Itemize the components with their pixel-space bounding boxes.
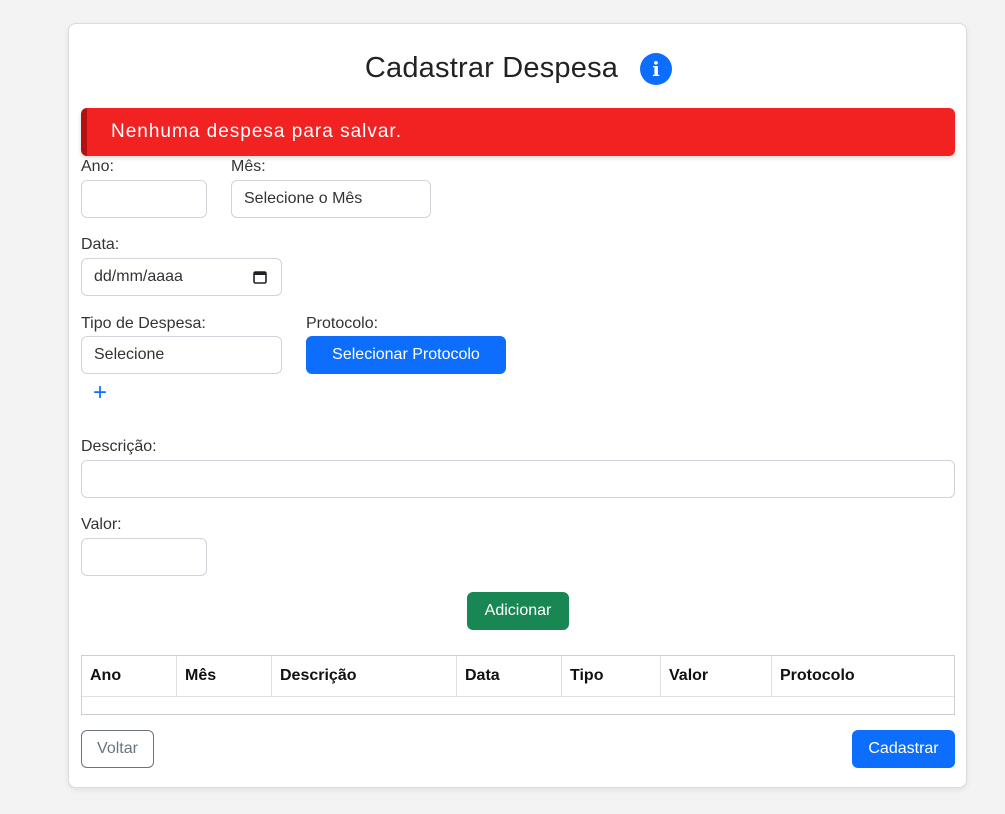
column-header-protocolo: Protocolo [771,656,954,697]
descricao-input[interactable] [81,460,955,498]
valor-input[interactable] [81,538,207,576]
protocolo-label: Protocolo: [306,315,379,332]
adicionar-button[interactable]: Adicionar [467,592,569,630]
data-placeholder: dd/mm/aaaa [94,268,183,285]
descricao-label: Descrição: [81,438,157,455]
table-header-row: Ano Mês Descrição Data Tipo Valor Protoc… [82,656,954,697]
data-input[interactable]: dd/mm/aaaa [81,258,282,296]
calendar-icon[interactable] [253,270,267,284]
column-header-tipo: Tipo [561,656,661,697]
mes-label: Mês: [231,158,266,175]
info-icon[interactable]: i [640,52,673,85]
form-card: Cadastrar Despesa i Nenhuma despesa para… [68,23,967,788]
select-protocolo-button[interactable]: Selecionar Protocolo [306,336,506,374]
ano-label: Ano: [81,158,114,175]
column-header-data: Data [456,656,562,697]
mes-select[interactable]: Selecione o Mês [231,180,431,218]
tipo-select[interactable]: Selecione [81,336,282,374]
column-header-mes: Mês [176,656,272,697]
column-header-ano: Ano [82,656,177,697]
page-title-row: Cadastrar Despesa i [69,52,968,85]
alert-message: Nenhuma despesa para salvar. [111,121,402,142]
column-header-descricao: Descrição [271,656,457,697]
ano-input[interactable] [81,180,207,218]
despesas-table: Ano Mês Descrição Data Tipo Valor Protoc… [82,656,954,697]
tipo-label: Tipo de Despesa: [81,315,206,332]
alert-banner: Nenhuma despesa para salvar. [81,108,955,156]
despesas-table-wrapper: Ano Mês Descrição Data Tipo Valor Protoc… [81,655,955,715]
page-title: Cadastrar Despesa [364,52,619,84]
valor-label: Valor: [81,516,122,533]
add-tipo-plus-icon[interactable]: + [93,381,107,405]
cadastrar-button[interactable]: Cadastrar [852,730,955,768]
voltar-button[interactable]: Voltar [81,730,154,768]
mes-select-value: Selecione o Mês [244,190,363,207]
data-label: Data: [81,236,120,253]
column-header-valor: Valor [660,656,772,697]
tipo-select-value: Selecione [94,346,165,363]
